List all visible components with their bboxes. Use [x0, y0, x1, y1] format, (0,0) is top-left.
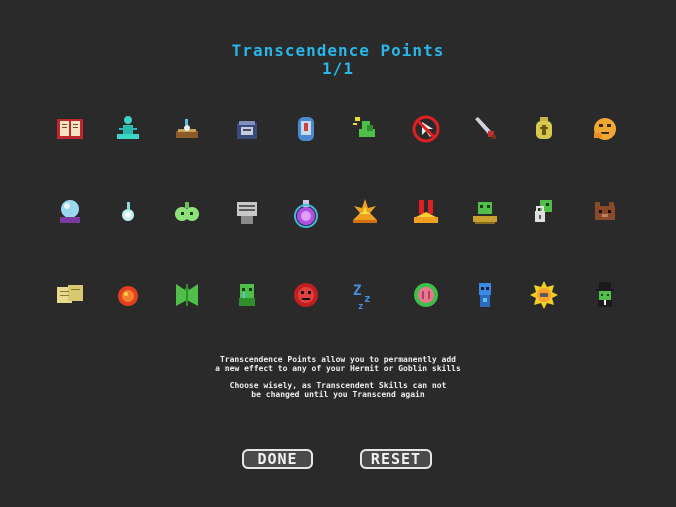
svg-text:z: z: [358, 302, 363, 311]
skill-slot[interactable]: [406, 109, 446, 149]
description-line-4: be changed until you Transcend again: [251, 390, 425, 399]
skill-slot[interactable]: [108, 192, 148, 232]
goblin-explosion-icon: [473, 202, 497, 224]
skill-slot[interactable]: [227, 192, 267, 232]
skill-slot[interactable]: [108, 109, 148, 149]
tombstone-icon: [298, 117, 314, 141]
skill-slot[interactable]: [50, 109, 90, 149]
fireball-icon: [118, 286, 138, 306]
top-hat-goblin-icon: [596, 282, 614, 307]
sleep-icon: Zzz: [353, 283, 371, 311]
skill-slot[interactable]: [585, 275, 625, 315]
scrolls-icon: [57, 285, 83, 303]
skill-slot[interactable]: [50, 275, 90, 315]
skill-slot[interactable]: [406, 275, 446, 315]
skill-slot[interactable]: [465, 275, 505, 315]
description-line-1: Transcendence Points allow you to perman…: [219, 355, 456, 364]
brain-icon: [414, 283, 438, 307]
machine-icon: [237, 202, 257, 224]
wisp-icon: [122, 202, 134, 221]
skill-slot[interactable]: [286, 275, 326, 315]
weeping-goblin-icon: [239, 284, 255, 306]
skill-slot[interactable]: [585, 192, 625, 232]
skill-slot[interactable]: [227, 275, 267, 315]
reset-button[interactable]: RESET: [360, 449, 432, 469]
slime-icon: [175, 202, 199, 221]
skill-grid: Zzz: [0, 0, 676, 340]
description-line-2: a new effect to any of your Hermit or Go…: [215, 364, 461, 373]
double-exclamation-icon: [414, 200, 438, 223]
skill-slot[interactable]: [345, 192, 385, 232]
green-banner-icon: [176, 284, 198, 306]
skill-slot[interactable]: [406, 192, 446, 232]
skill-slot[interactable]: [227, 109, 267, 149]
cauldron-icon: [237, 121, 257, 139]
skill-slot[interactable]: [167, 109, 207, 149]
no-cursor-icon: [412, 115, 440, 143]
bear-icon: [595, 202, 615, 220]
dagger-icon: [475, 117, 496, 139]
explosion-icon: [353, 199, 377, 223]
locked-goblin-icon: [535, 200, 552, 222]
skill-slot[interactable]: [286, 109, 326, 149]
red-orb-icon: [294, 283, 318, 307]
nest-icon: [176, 119, 198, 138]
skill-slot[interactable]: [50, 192, 90, 232]
skill-slot[interactable]: [585, 109, 625, 149]
done-button[interactable]: DONE: [242, 449, 313, 469]
skill-slot[interactable]: [167, 192, 207, 232]
meditating-figure-icon: [117, 116, 139, 139]
spellbook-icon: [57, 119, 83, 139]
description-line-3: Choose wisely, as Transcendent Skills ca…: [229, 381, 447, 390]
skill-slot[interactable]: [465, 192, 505, 232]
skill-slot[interactable]: [524, 109, 564, 149]
potion-icon: [294, 200, 318, 228]
svg-text:Z: Z: [353, 283, 361, 299]
thinking-face-icon: [594, 118, 616, 140]
skill-slot[interactable]: [167, 275, 207, 315]
skill-slot[interactable]: [465, 109, 505, 149]
skill-slot[interactable]: [108, 275, 148, 315]
blue-goblin-icon: [479, 283, 491, 307]
skill-slot[interactable]: Zzz: [345, 275, 385, 315]
skill-slot[interactable]: [524, 275, 564, 315]
strong-arm-icon: [353, 117, 375, 137]
money-bag-icon: [536, 117, 552, 139]
sun-face-icon: [530, 281, 558, 309]
crystal-ball-icon: [60, 200, 80, 223]
skill-slot[interactable]: [524, 192, 564, 232]
skill-slot[interactable]: [345, 109, 385, 149]
svg-text:z: z: [364, 292, 371, 305]
skill-slot[interactable]: [286, 192, 326, 232]
